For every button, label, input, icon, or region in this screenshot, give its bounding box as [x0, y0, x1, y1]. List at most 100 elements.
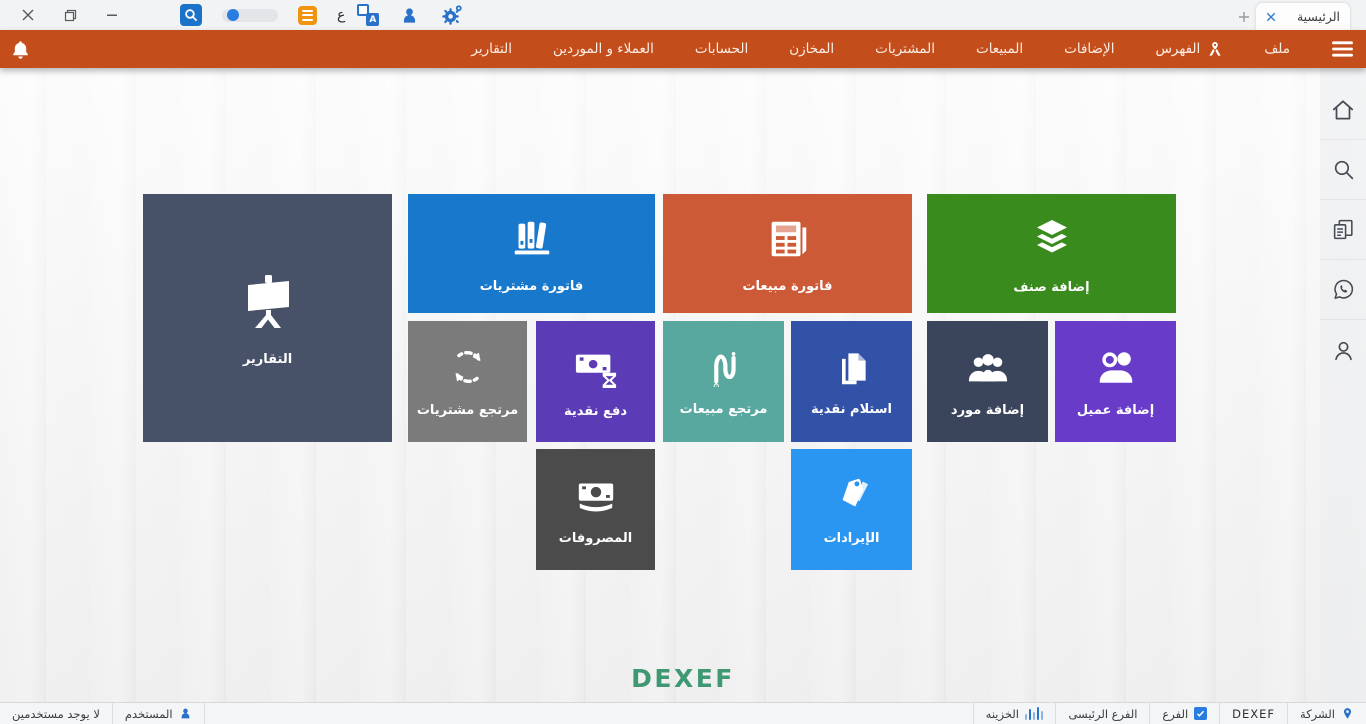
main-branch-label: الفرع الرئيسى — [1068, 706, 1138, 721]
tile-label: مرتجع مشتريات — [416, 402, 519, 418]
equalizer-icon — [1024, 707, 1044, 720]
tile-expenses[interactable]: المصروفات — [536, 449, 655, 570]
menu-item-label: الفهرس — [1155, 41, 1201, 57]
main-area: التقارير فاتورة مشتريات فاتورة مبيعات إض… — [0, 68, 1366, 702]
user-icon — [181, 708, 189, 719]
cash-hourglass-icon — [574, 345, 618, 393]
people-group-icon — [967, 346, 1009, 392]
tile-add-item[interactable]: إضافة صنف — [927, 194, 1176, 313]
quick-toolbar: ع A — [180, 3, 463, 27]
tile-revenues[interactable]: الإيرادات — [791, 449, 912, 570]
list-icon[interactable] — [298, 5, 317, 25]
tile-label: فاتورة مبيعات — [742, 278, 833, 294]
treasury-label: الخزينه — [985, 706, 1019, 721]
presentation-easel-icon — [236, 270, 300, 338]
company-label: الشركة — [1300, 706, 1335, 721]
tile-cash-payment[interactable]: دفع نقدية — [536, 321, 655, 442]
menu-item-purchases[interactable]: المشتريات — [875, 41, 935, 57]
price-tag-icon — [831, 474, 873, 520]
tile-label: المصروفات — [558, 530, 633, 546]
titlebar: ع A الرئيسية — [0, 0, 1366, 30]
toggle-switch[interactable] — [222, 8, 278, 22]
user-icon[interactable] — [399, 5, 419, 25]
hamburger-icon — [1332, 41, 1353, 57]
statusbar-company[interactable]: الشركة — [1288, 703, 1366, 724]
tile-label: دفع نقدية — [563, 403, 628, 419]
checkbox-icon — [1194, 707, 1208, 720]
menu-item-reports[interactable]: التقارير — [471, 41, 512, 57]
refresh-arrows-icon — [447, 346, 489, 392]
settings-gear-icon[interactable] — [439, 3, 463, 27]
statusbar: لا يوجد مستخدمين المستخدم الخزينه الفرع … — [0, 702, 1366, 724]
dexef-logo: DEXEF — [631, 664, 735, 693]
tile-purchase-invoice[interactable]: فاتورة مشتريات — [408, 194, 655, 313]
documents-icon — [832, 347, 872, 391]
right-sidebar — [1320, 68, 1366, 702]
translate-icon[interactable]: A — [357, 4, 380, 26]
language-letter: ع — [337, 7, 346, 23]
copy-documents-icon[interactable] — [1320, 200, 1366, 260]
new-tab-plus-icon[interactable] — [1232, 4, 1256, 30]
tile-purchase-returns[interactable]: مرتجع مشتريات — [408, 321, 527, 442]
banknotes-icon — [575, 474, 617, 520]
tab-close-icon[interactable] — [1266, 12, 1276, 22]
tile-label: فاتورة مشتريات — [479, 278, 584, 294]
tile-add-supplier[interactable]: إضافة مورد — [927, 321, 1048, 442]
menu-item-index[interactable]: الفهرس — [1155, 40, 1223, 58]
main-menubar: ملف الفهرس الإضافات المبيعات المشتريات ا… — [0, 30, 1366, 68]
tile-label: التقارير — [242, 351, 293, 367]
statusbar-treasury[interactable]: الخزينه — [974, 703, 1056, 724]
menu-item-customers-suppliers[interactable]: العملاء و الموردين — [553, 41, 654, 57]
branch-label: الفرع — [1162, 706, 1189, 721]
statusbar-branch[interactable]: الفرع — [1150, 703, 1219, 724]
menu-hamburger[interactable] — [1331, 40, 1354, 58]
tile-label: إضافة مورد — [950, 402, 1025, 418]
tile-add-customer[interactable]: إضافة عميل — [1055, 321, 1176, 442]
toggle-knob — [227, 9, 239, 21]
two-people-icon — [1095, 346, 1137, 392]
whatsapp-icon[interactable] — [1320, 260, 1366, 320]
statusbar-user[interactable]: المستخدم — [113, 703, 204, 724]
search-icon[interactable] — [180, 4, 202, 26]
menu-items: ملف الفهرس الإضافات المبيعات المشتريات ا… — [0, 40, 1366, 58]
home-icon[interactable] — [1320, 80, 1366, 140]
tile-cash-receipt[interactable]: استلام نقدية — [791, 321, 912, 442]
menu-item-addons[interactable]: الإضافات — [1064, 41, 1114, 57]
minimize-icon[interactable] — [104, 7, 120, 23]
restore-icon[interactable] — [62, 7, 78, 23]
statusbar-right: الخزينه الفرع الرئيسى الفرع DEXEF الشركة — [972, 703, 1366, 724]
location-pin-icon — [1343, 708, 1352, 719]
books-shelf-icon — [507, 214, 557, 268]
menu-item-sales[interactable]: المبيعات — [976, 41, 1023, 57]
tile-label: استلام نقدية — [811, 401, 892, 417]
menu-item-accounts[interactable]: الحسابات — [695, 41, 748, 57]
tile-label: مرتجع مبيعات — [679, 401, 768, 417]
close-icon[interactable] — [20, 7, 36, 23]
invoice-icon — [763, 214, 813, 268]
menu-item-file[interactable]: ملف — [1264, 41, 1290, 57]
tile-reports[interactable]: التقارير — [143, 194, 392, 442]
tab-strip: الرئيسية — [1232, 0, 1366, 30]
tile-label: إضافة صنف — [1013, 279, 1090, 295]
tab-home[interactable]: الرئيسية — [1256, 3, 1350, 30]
menu-item-warehouses[interactable]: المخازن — [789, 41, 834, 57]
statusbar-main-branch: الفرع الرئيسى — [1056, 703, 1149, 724]
statusbar-brand: DEXEF — [1220, 703, 1287, 724]
bell-icon[interactable] — [10, 30, 31, 68]
tile-sales-invoice[interactable]: فاتورة مبيعات — [663, 194, 912, 313]
no-users-label: لا يوجد مستخدمين — [12, 706, 100, 721]
search-icon[interactable] — [1320, 140, 1366, 200]
tile-label: إضافة عميل — [1076, 402, 1155, 418]
ribbon-icon — [1209, 42, 1221, 56]
translate-front-square: A — [366, 13, 380, 26]
squiggle-route-icon — [704, 347, 744, 391]
tile-label: الإيرادات — [823, 530, 880, 546]
brand-label: DEXEF — [1232, 706, 1276, 721]
tab-label: الرئيسية — [1296, 9, 1340, 24]
layers-icon — [1026, 213, 1078, 269]
window-controls — [0, 7, 134, 23]
person-icon[interactable] — [1320, 320, 1366, 380]
tile-sales-returns[interactable]: مرتجع مبيعات — [663, 321, 784, 442]
user-label: المستخدم — [124, 706, 173, 721]
statusbar-no-users: لا يوجد مستخدمين — [0, 703, 112, 724]
